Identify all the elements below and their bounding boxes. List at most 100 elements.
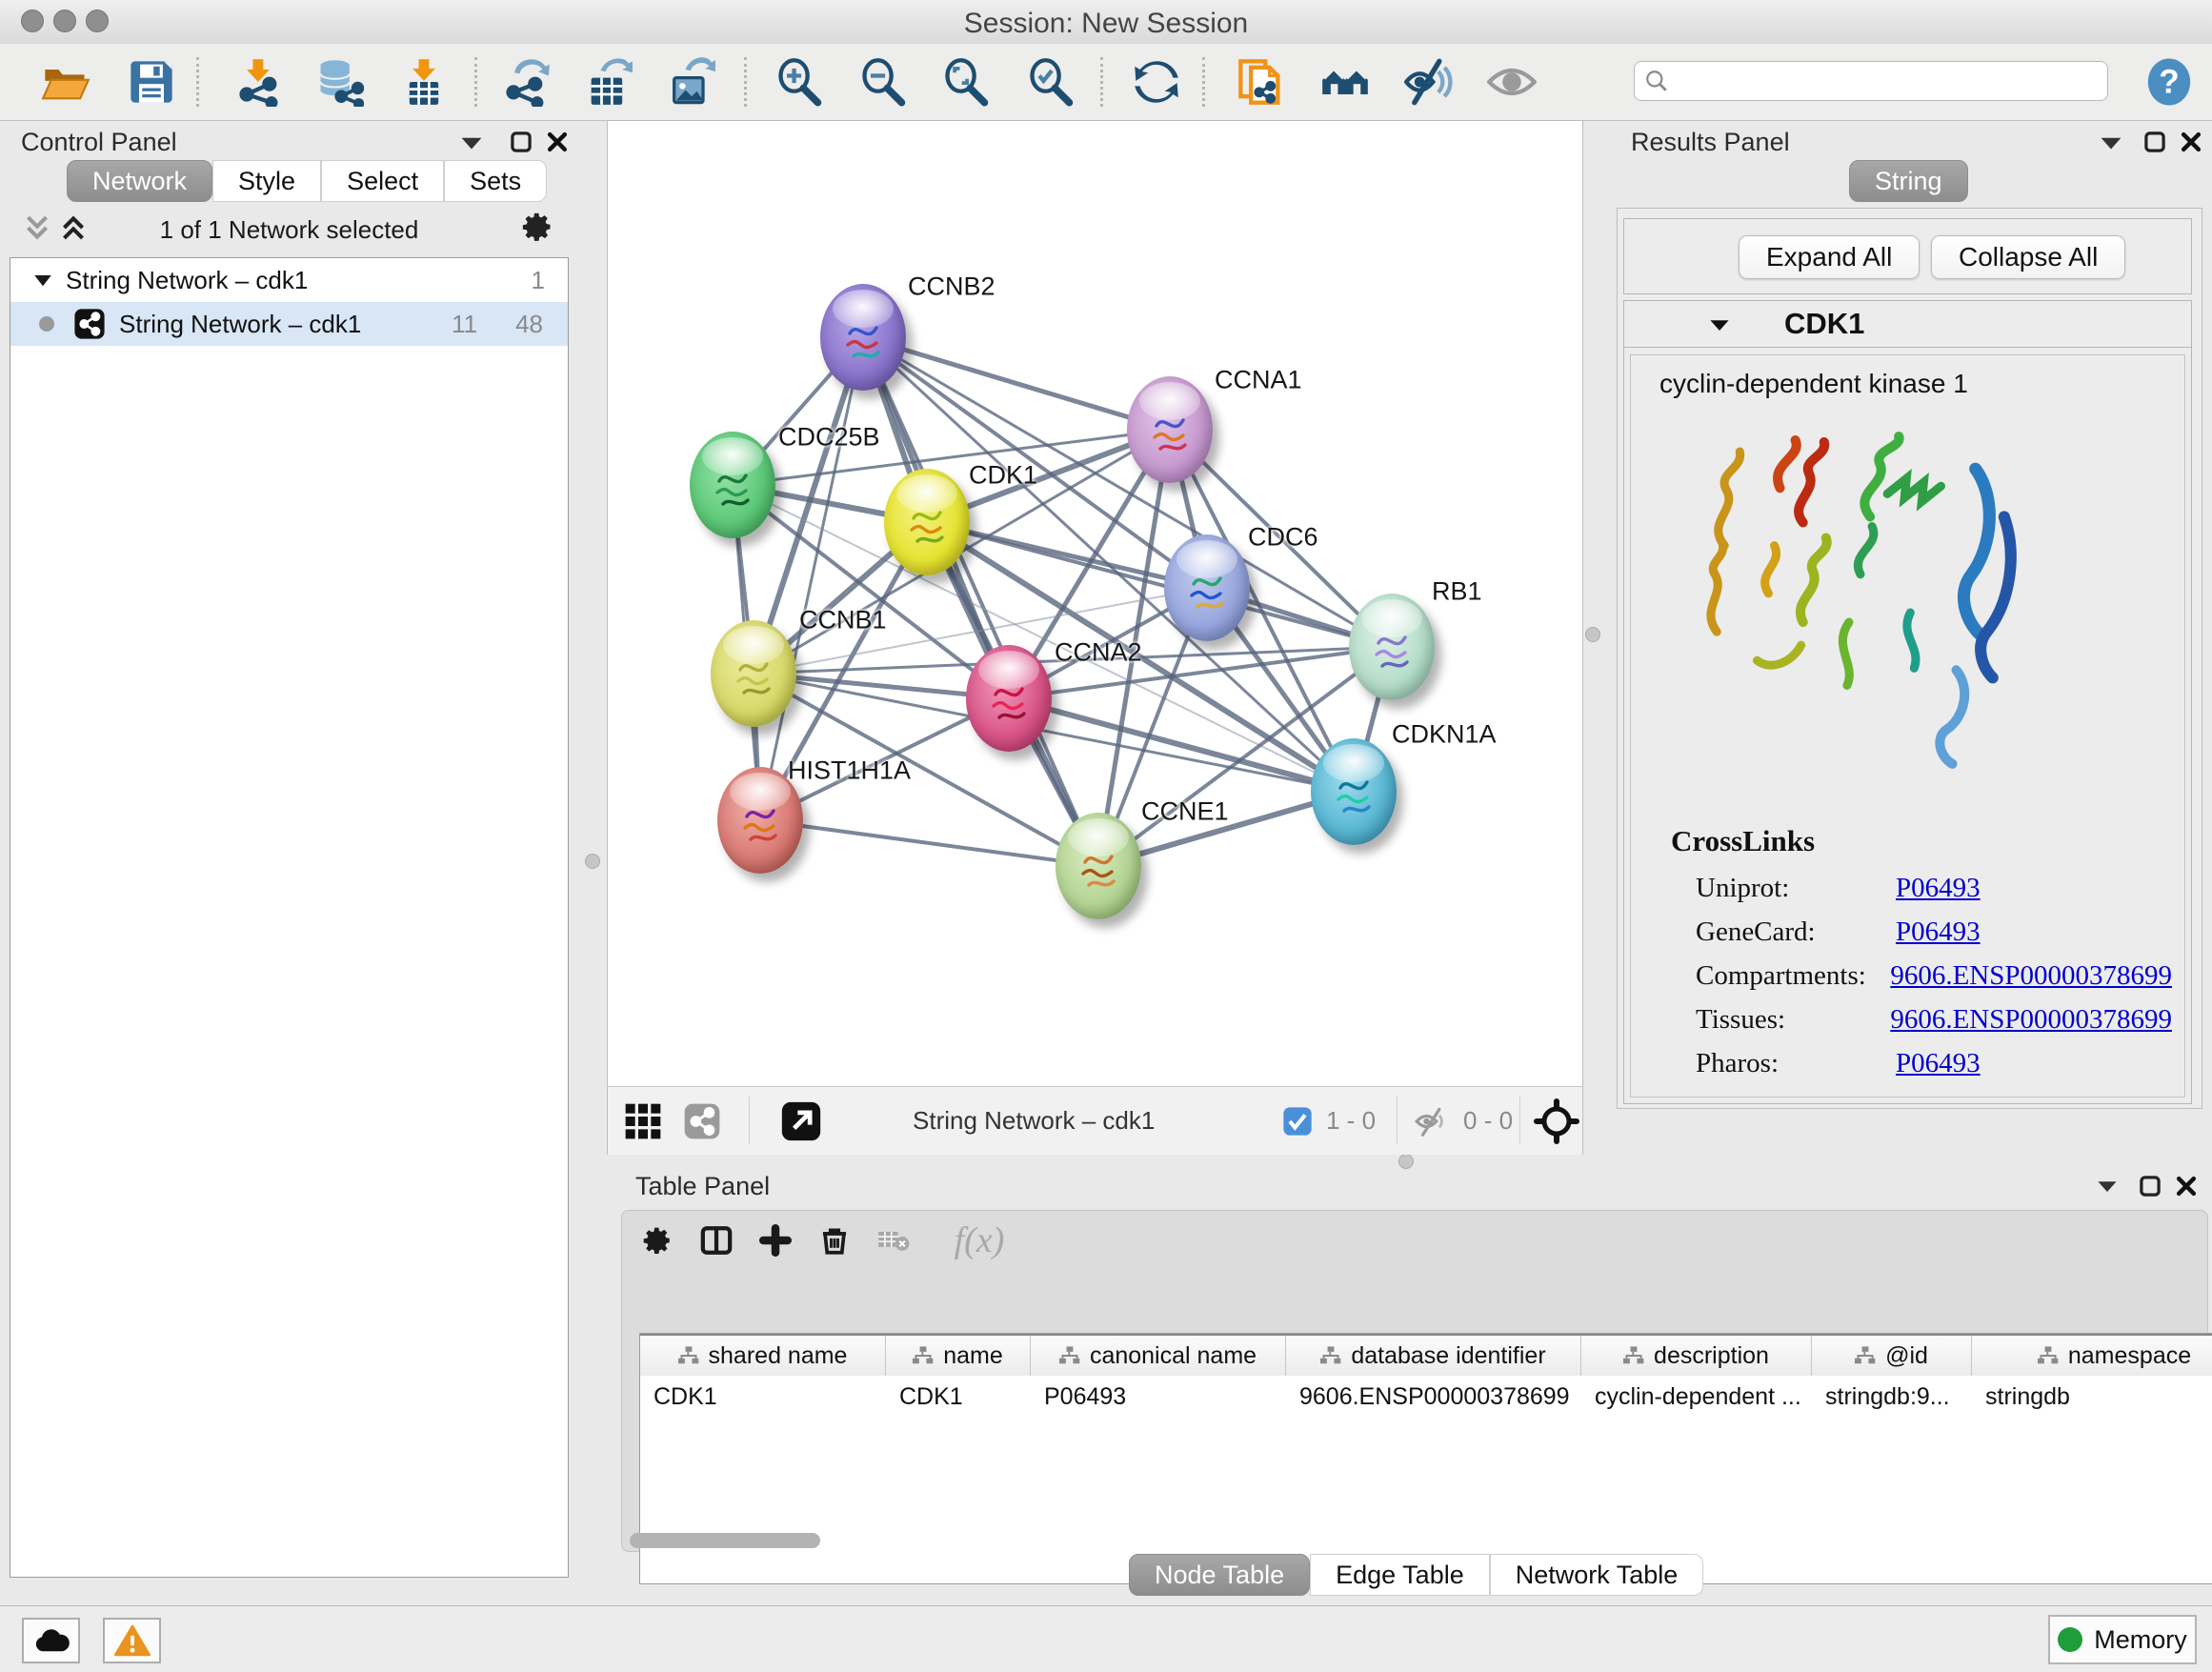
column-header-namespace[interactable]: namespace bbox=[1972, 1336, 2212, 1376]
network-row[interactable]: String Network – cdk1 11 48 bbox=[10, 302, 568, 346]
open-session-button[interactable] bbox=[38, 53, 93, 111]
edge-CCNB2-CCNA1[interactable] bbox=[863, 337, 1170, 430]
search-box[interactable] bbox=[1634, 61, 2108, 101]
collapse-all-button[interactable]: Collapse All bbox=[1931, 235, 2125, 279]
table-settings-button[interactable] bbox=[641, 1224, 674, 1257]
right-splitter-handle[interactable] bbox=[1585, 627, 1600, 642]
selected-checkbox-icon[interactable] bbox=[1282, 1106, 1313, 1137]
expand-all-button[interactable]: Expand All bbox=[1739, 235, 1920, 279]
function-builder-button[interactable]: f(x) bbox=[936, 1224, 1022, 1257]
control-panel-float-button[interactable] bbox=[509, 130, 533, 159]
database-icon bbox=[314, 57, 364, 107]
table-cell[interactable]: cyclin-dependent ... bbox=[1581, 1376, 1812, 1418]
cloud-status-button[interactable] bbox=[22, 1618, 80, 1663]
open-in-window-button[interactable] bbox=[780, 1100, 822, 1147]
memory-button[interactable]: Memory bbox=[2048, 1615, 2197, 1664]
table-panel-float-button[interactable] bbox=[2138, 1174, 2162, 1203]
table-panel-menu-button[interactable] bbox=[2096, 1178, 2119, 1199]
birds-eye-view-button[interactable] bbox=[624, 1102, 662, 1145]
delete-table-button[interactable] bbox=[877, 1224, 910, 1257]
first-neighbors-button[interactable] bbox=[1317, 53, 1373, 111]
tab-sets[interactable]: Sets bbox=[444, 160, 547, 202]
table-panel-close-button[interactable] bbox=[2174, 1174, 2199, 1203]
import-database-button[interactable] bbox=[312, 53, 367, 111]
bottom-splitter-handle[interactable] bbox=[1398, 1154, 1414, 1169]
network-node-CDC6[interactable] bbox=[1164, 534, 1250, 641]
show-all-button[interactable] bbox=[1484, 53, 1539, 111]
help-button[interactable]: ? bbox=[2142, 53, 2197, 111]
copy-network-button[interactable] bbox=[1234, 53, 1289, 111]
tab-node-table[interactable]: Node Table bbox=[1129, 1554, 1310, 1596]
crosslink-link[interactable]: P06493 bbox=[1896, 1048, 1981, 1079]
delete-column-button[interactable] bbox=[818, 1224, 851, 1257]
network-canvas[interactable]: CCNB2CCNA1CDC25BCDK1CDC6RB1CCNB1CCNA2CDK… bbox=[607, 120, 1583, 1155]
network-node-CDKN1A[interactable] bbox=[1311, 738, 1397, 845]
import-table-button[interactable] bbox=[396, 53, 452, 111]
table-cell[interactable]: stringdb bbox=[1972, 1376, 2212, 1418]
edge-HIST1H1A-CCNE1[interactable] bbox=[760, 820, 1098, 866]
network-node-CCNB1[interactable] bbox=[711, 620, 796, 727]
tab-network-table[interactable]: Network Table bbox=[1490, 1554, 1704, 1596]
hide-selected-button[interactable] bbox=[1401, 53, 1457, 111]
crosslink-label: GeneCard: bbox=[1696, 917, 1896, 948]
table-cell[interactable]: stringdb:9... bbox=[1812, 1376, 1972, 1418]
hidden-eye-icon[interactable] bbox=[1414, 1103, 1450, 1139]
horizontal-scrollbar[interactable] bbox=[630, 1533, 820, 1548]
export-table-button[interactable] bbox=[580, 53, 635, 111]
show-columns-button[interactable] bbox=[700, 1224, 733, 1257]
network-collection-row[interactable]: String Network – cdk1 1 bbox=[10, 258, 568, 302]
network-node-CDK1[interactable] bbox=[884, 469, 970, 575]
table-cell[interactable]: P06493 bbox=[1031, 1376, 1286, 1418]
left-splitter-handle[interactable] bbox=[585, 854, 600, 869]
network-node-CDC25B[interactable] bbox=[690, 432, 775, 538]
crosslink-link[interactable]: P06493 bbox=[1896, 873, 1981, 904]
export-network-button[interactable] bbox=[498, 53, 553, 111]
control-panel-menu-button[interactable] bbox=[459, 133, 484, 157]
network-node-CCNA2[interactable] bbox=[966, 645, 1052, 752]
crosslink-link[interactable]: 9606.ENSP00000378699 bbox=[1890, 960, 2172, 992]
column-header-sharedname[interactable]: shared name bbox=[640, 1336, 886, 1376]
edge-CCNB2-CCNE1[interactable] bbox=[863, 337, 1098, 866]
control-panel-close-button[interactable] bbox=[545, 130, 570, 159]
edge-CCNB2-HIST1H1A[interactable] bbox=[760, 337, 863, 820]
search-input[interactable] bbox=[1677, 66, 2098, 97]
network-node-RB1[interactable] bbox=[1349, 594, 1435, 700]
crosslink-link[interactable]: P06493 bbox=[1896, 917, 1981, 948]
import-network-button[interactable] bbox=[231, 53, 287, 111]
tab-style[interactable]: Style bbox=[212, 160, 321, 202]
column-header-id[interactable]: @id bbox=[1812, 1336, 1972, 1376]
results-panel-menu-button[interactable] bbox=[2099, 133, 2123, 157]
tab-network[interactable]: Network bbox=[67, 160, 212, 202]
results-panel-close-button[interactable] bbox=[2179, 130, 2203, 159]
save-session-button[interactable] bbox=[124, 53, 179, 111]
zoom-in-button[interactable] bbox=[772, 53, 827, 111]
tab-string[interactable]: String bbox=[1849, 160, 1968, 202]
node-result-header[interactable]: CDK1 bbox=[1624, 301, 2191, 348]
node-gloss bbox=[896, 474, 958, 513]
warnings-button[interactable] bbox=[103, 1618, 161, 1663]
center-view-button[interactable] bbox=[1534, 1098, 1579, 1149]
network-node-CCNE1[interactable] bbox=[1056, 813, 1141, 919]
tab-edge-table[interactable]: Edge Table bbox=[1310, 1554, 1490, 1596]
refresh-button[interactable] bbox=[1129, 53, 1184, 111]
column-header-description[interactable]: description bbox=[1581, 1336, 1812, 1376]
table-cell[interactable]: CDK1 bbox=[886, 1376, 1031, 1418]
add-column-button[interactable] bbox=[759, 1224, 792, 1257]
network-view[interactable]: CCNB2CCNA1CDC25BCDK1CDC6RB1CCNB1CCNA2CDK… bbox=[608, 121, 1582, 1086]
table-cell[interactable]: CDK1 bbox=[640, 1376, 886, 1418]
zoom-selected-button[interactable] bbox=[1023, 53, 1078, 111]
network-node-CCNA1[interactable] bbox=[1127, 376, 1213, 483]
network-options-button[interactable] bbox=[520, 210, 554, 249]
column-header-canonicalname[interactable]: canonical name bbox=[1031, 1336, 1286, 1376]
column-header-name[interactable]: name bbox=[886, 1336, 1031, 1376]
results-panel-float-button[interactable] bbox=[2142, 130, 2167, 159]
zoom-fit-button[interactable] bbox=[938, 53, 994, 111]
zoom-out-button[interactable] bbox=[855, 53, 911, 111]
column-header-databaseidentifier[interactable]: database identifier bbox=[1286, 1336, 1581, 1376]
network-node-CCNB2[interactable] bbox=[820, 284, 906, 391]
crosslink-link[interactable]: 9606.ENSP00000378699 bbox=[1890, 1004, 2172, 1036]
table-cell[interactable]: 9606.ENSP00000378699 bbox=[1286, 1376, 1581, 1418]
network-style-button[interactable] bbox=[683, 1102, 721, 1145]
export-image-button[interactable] bbox=[663, 53, 718, 111]
tab-select[interactable]: Select bbox=[321, 160, 444, 202]
